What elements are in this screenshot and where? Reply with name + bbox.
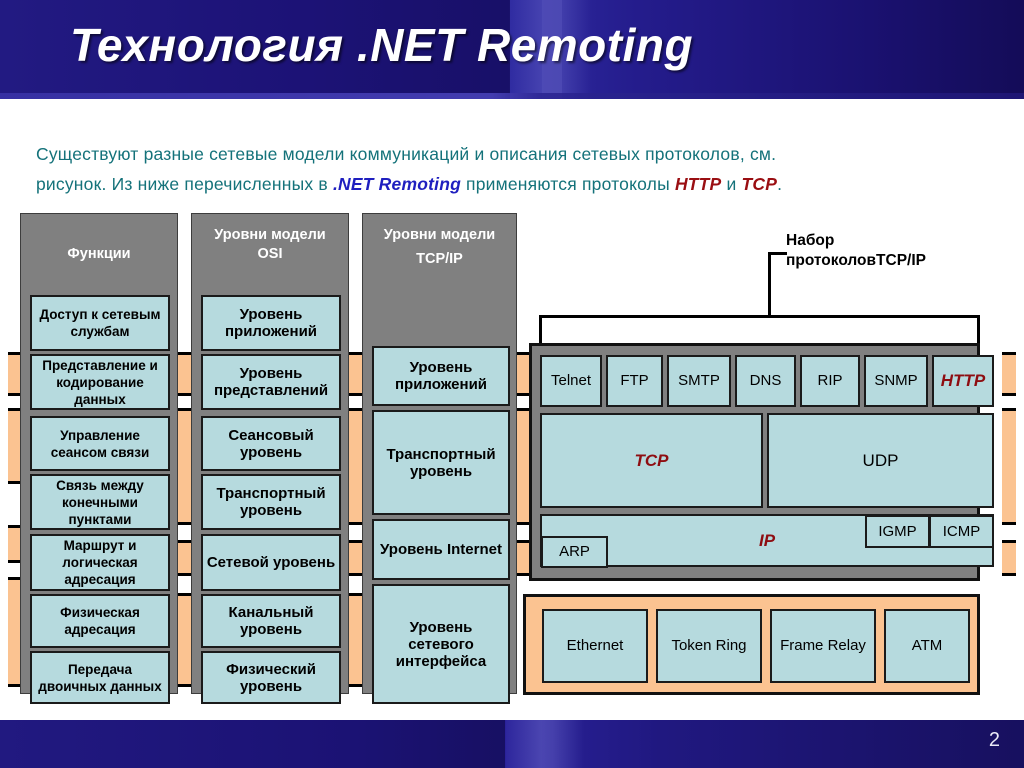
osi-cell-6: Физический уровень	[201, 651, 341, 704]
bracket-top	[539, 315, 980, 318]
osi-cell-1: Уровень представлений	[201, 354, 341, 410]
functions-cell-1: Представление и кодирование данных	[30, 354, 170, 410]
page-title: Технология .NET Remoting	[70, 19, 694, 71]
osi-cell-4: Сетевой уровень	[201, 534, 341, 591]
ribbon-g2-3	[348, 540, 362, 576]
link-frame-relay: Frame Relay	[770, 609, 876, 683]
functions-cell-4: Маршрут и логическая адресация	[30, 534, 170, 591]
column-tcpip-title-line1: Уровни модели	[383, 227, 496, 243]
ribbon-g2-1	[348, 352, 362, 396]
protocol-udp: UDP	[767, 413, 994, 508]
ribbon-g3-3	[515, 540, 529, 576]
ribbon-right-1	[1002, 352, 1016, 396]
column-tcpip: Уровни модели TCP/IP Уровень приложений …	[362, 213, 517, 704]
column-osi: Уровни модели OSI Уровень приложений Уро…	[191, 213, 349, 704]
functions-cell-3: Связь между конечными пунктами	[30, 474, 170, 530]
suite-leader-vertical	[768, 252, 771, 318]
functions-cell-2: Управление сеансом связи	[30, 416, 170, 471]
footer-bg-left	[0, 720, 505, 768]
network-model-diagram: Набор протоколовTCP/IP Функции Доступ к …	[0, 205, 1024, 710]
osi-cell-2: Сеансовый уровень	[201, 416, 341, 471]
protocol-suite-label: Набор протоколовTCP/IP	[786, 231, 926, 271]
tcpip-cell-1: Транспортный уровень	[372, 410, 510, 515]
column-functions: Функции Доступ к сетевым службам Предста…	[20, 213, 178, 704]
protocol-http: HTTP	[932, 355, 994, 407]
column-osi-title-line1: Уровни модели	[214, 227, 326, 243]
link-ethernet: Ethernet	[542, 609, 648, 683]
column-tcpip-title-line2: TCP/IP	[416, 251, 463, 267]
ribbon-g3-1	[515, 352, 529, 396]
protocol-smtp: SMTP	[667, 355, 731, 407]
protocol-tcp: TCP	[540, 413, 763, 508]
intro-line-2-part-2: применяются протоколы	[460, 174, 675, 194]
ribbon-g2-4	[348, 593, 362, 687]
slide-footer: 2	[0, 720, 1024, 768]
header-bottom-band	[0, 93, 1024, 99]
intro-line-2-part-1: рисунок. Из ниже перечисленных в	[36, 174, 333, 194]
intro-period: .	[777, 174, 783, 194]
protocol-dns: DNS	[735, 355, 796, 407]
protocol-suite-panel: Telnet FTP SMTP DNS RIP SNMP HTTP TCP UD…	[529, 343, 994, 581]
http-emphasis: HTTP	[674, 174, 722, 194]
ribbon-g1-1	[177, 352, 191, 396]
protocol-suite-label-line1: Набор	[786, 232, 835, 249]
net-remoting-emphasis: .NET Remoting	[332, 174, 461, 194]
osi-cell-3: Транспортный уровень	[201, 474, 341, 530]
page-number: 2	[988, 729, 1000, 751]
tcp-emphasis: TCP	[741, 174, 778, 194]
protocol-icmp: ICMP	[929, 515, 994, 548]
intro-line-1: Существуют разные сетевые модели коммуни…	[36, 144, 777, 164]
osi-cell-0: Уровень приложений	[201, 295, 341, 351]
functions-cell-0: Доступ к сетевым службам	[30, 295, 170, 351]
ribbon-g3-2	[515, 408, 529, 525]
slide: Технология .NET Remoting Существуют разн…	[0, 0, 1024, 768]
protocol-igmp: IGMP	[865, 515, 930, 548]
column-osi-title: Уровни модели OSI	[192, 226, 348, 264]
functions-cell-5: Физическая адресация	[30, 594, 170, 648]
protocol-arp: ARP	[541, 536, 608, 568]
protocol-rip: RIP	[800, 355, 860, 407]
ribbon-right-2	[1002, 408, 1016, 525]
footer-stripe	[506, 720, 584, 768]
protocol-ftp: FTP	[606, 355, 663, 407]
ribbon-right-3	[1002, 540, 1016, 576]
protocol-snmp: SNMP	[864, 355, 928, 407]
link-atm: ATM	[884, 609, 970, 683]
functions-cell-6: Передача двоичных данных	[30, 651, 170, 704]
intro-paragraph: Существуют разные сетевые модели коммуни…	[36, 139, 996, 199]
ribbon-g1-2	[177, 408, 191, 525]
slide-header: Технология .NET Remoting	[0, 0, 1024, 99]
intro-conjunction: и	[721, 174, 742, 194]
tcpip-cell-2: Уровень Internet	[372, 519, 510, 580]
osi-cell-5: Канальный уровень	[201, 594, 341, 648]
protocol-telnet: Telnet	[540, 355, 602, 407]
tcpip-cell-0: Уровень приложений	[372, 346, 510, 406]
ribbon-g2-2	[348, 408, 362, 525]
network-interface-panel: Ethernet Token Ring Frame Relay ATM	[523, 594, 980, 695]
column-tcpip-title: Уровни модели TCP/IP	[363, 226, 516, 269]
column-functions-title: Функции	[67, 246, 131, 262]
column-osi-title-line2: OSI	[257, 246, 283, 262]
tcpip-cell-3: Уровень сетевого интерфейса	[372, 584, 510, 704]
ribbon-g1-3	[177, 540, 191, 576]
ribbon-g1-4	[177, 593, 191, 687]
link-token-ring: Token Ring	[656, 609, 762, 683]
protocol-suite-label-line2: протоколовTCP/IP	[786, 252, 926, 269]
